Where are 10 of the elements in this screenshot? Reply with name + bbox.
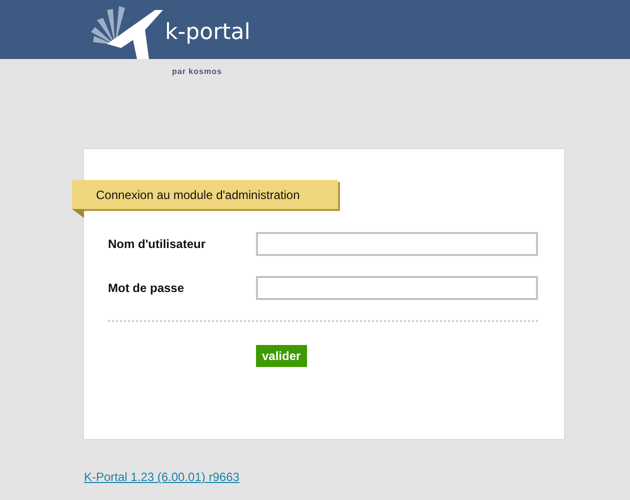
input-field[interactable] [256, 276, 538, 300]
login-title: Connexion au module d'administration [96, 188, 300, 202]
logo-text: k-portal [165, 20, 250, 45]
version-link[interactable]: K-Portal 1.23 (6.00.01) r9663 [84, 470, 240, 484]
field-label: Nom d'utilisateur [108, 237, 207, 251]
ribbon-fold-icon [72, 209, 84, 218]
submit-button[interactable]: valider [256, 345, 307, 367]
tagline: par kosmos [172, 67, 222, 76]
field-label: Mot de passe [108, 281, 186, 295]
input-field[interactable] [256, 232, 538, 256]
